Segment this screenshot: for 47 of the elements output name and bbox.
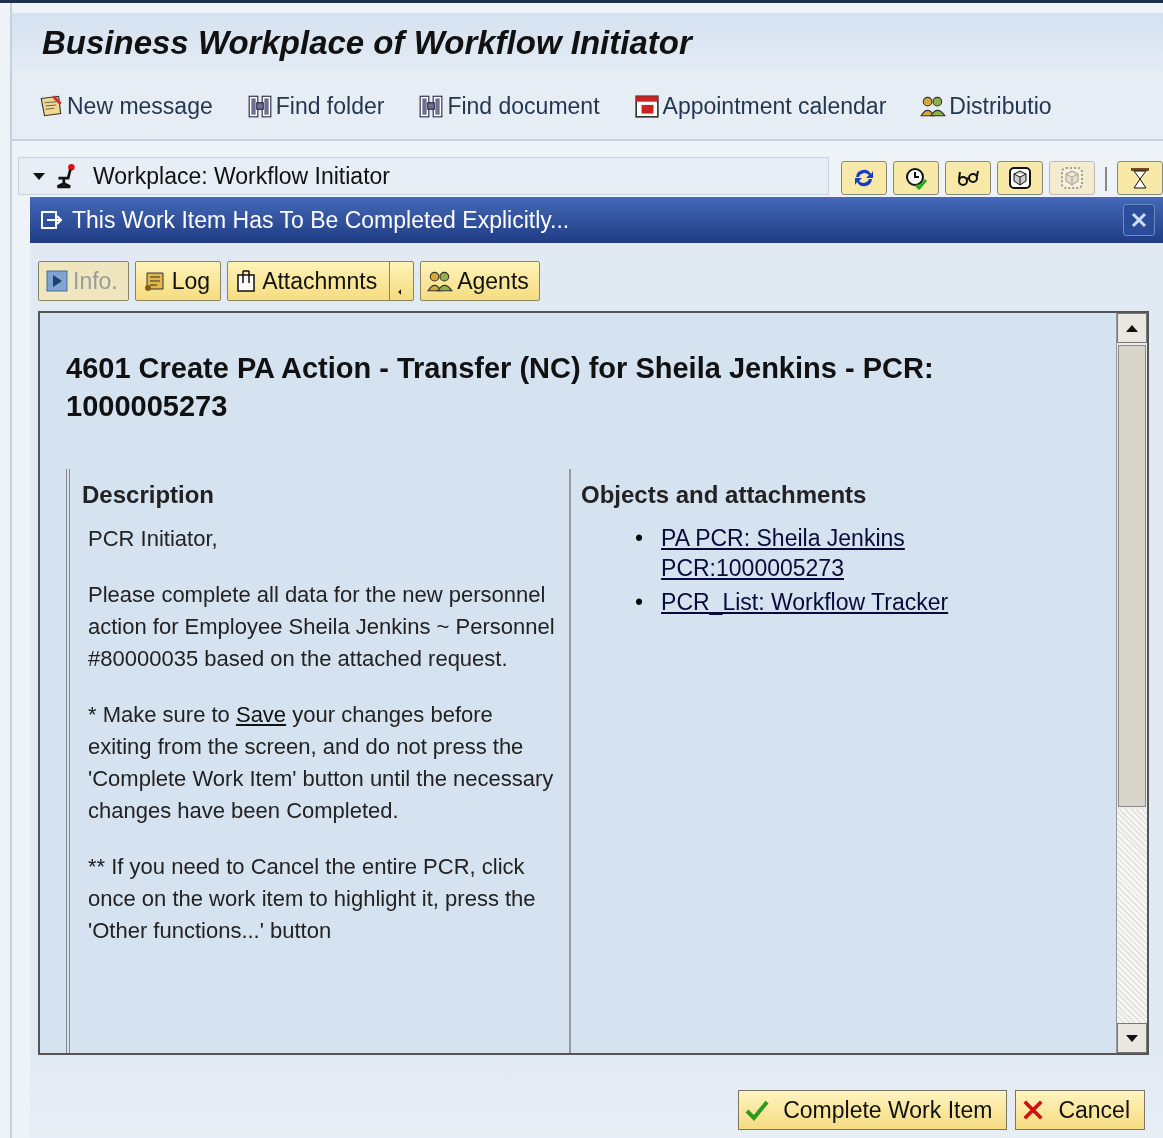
dialog-title: This Work Item Has To Be Completed Explicitly... <box>72 206 571 234</box>
attachment-link[interactable]: PCR_List: Workflow Tracker <box>661 587 952 617</box>
toolbar-button[interactable] <box>945 161 991 195</box>
cross-icon <box>1022 1099 1045 1121</box>
tree-label: Workplace: Workflow Initiator <box>93 162 390 190</box>
notepad-icon <box>38 93 64 119</box>
binoculars-icon <box>246 93 273 119</box>
cube-icon <box>1008 166 1032 190</box>
dialog-button[interactable]: Complete Work Item <box>738 1090 1008 1130</box>
play-icon <box>45 269 69 293</box>
dialog-icon <box>38 208 64 232</box>
toolbar-button[interactable]: Find document <box>418 92 600 120</box>
toolbar-button[interactable]: Distributio <box>920 92 1052 120</box>
clock-icon <box>904 166 928 190</box>
description-paragraph: Please complete all data for the new personnel action for Employee Sheila Jenkins ~ Personnel #80000035 based on the attached request. <box>88 581 556 673</box>
tab-button[interactable]: Attachmnts <box>227 261 415 301</box>
dialog-button[interactable]: Cancel <box>1015 1090 1145 1130</box>
toolbar-button[interactable] <box>1117 161 1163 195</box>
save-link[interactable]: Save <box>235 702 287 727</box>
toolbar-button[interactable] <box>893 161 939 195</box>
toolbar-button[interactable] <box>841 161 887 195</box>
close-icon <box>1129 210 1149 230</box>
bullet: • <box>635 524 644 553</box>
tab-button[interactable]: Log <box>134 261 222 301</box>
attachment-link[interactable]: PA PCR: Sheila Jenkins PCR:1000005273 <box>661 523 952 583</box>
work-item-heading: 4601 Create PA Action - Transfer (NC) for Sheila Jenkins - PCR: 1000005273 <box>66 351 935 424</box>
hourglass-icon <box>1128 166 1152 190</box>
section-title: Description <box>82 481 216 509</box>
toolbar-button[interactable]: Appointment calendar <box>633 92 887 120</box>
toolbar-button[interactable]: New message <box>38 92 213 120</box>
toolbar-button[interactable]: Find folder <box>246 92 385 120</box>
description-paragraph: ** If you need to Cancel the entire PCR, click once on the work item to highlight it, press the 'Other functions...' button <box>88 853 537 945</box>
close-button[interactable] <box>1123 204 1155 236</box>
calendar-icon <box>633 93 660 119</box>
description-paragraph: * Make sure to Save your changes before exiting from the screen, and do not press the 'Complete Work Item' button until the necessary changes have been Completed. <box>88 701 555 825</box>
toolbar-button[interactable] <box>997 161 1043 195</box>
section-title: Objects and attachments <box>581 481 868 509</box>
window-title: Business Workplace of Workflow Initiator <box>42 24 692 62</box>
cube-icon <box>1060 166 1084 190</box>
scrollbar[interactable] <box>1116 313 1147 1053</box>
binoculars-icon <box>418 93 445 119</box>
tree-row[interactable]: Workplace: Workflow Initiator <box>18 157 829 195</box>
check-icon <box>745 1098 770 1122</box>
bullet: • <box>635 588 644 617</box>
tab-button[interactable]: Agents <box>420 261 540 301</box>
description-paragraph: PCR Initiator, <box>88 525 219 553</box>
expand-icon[interactable] <box>33 172 45 180</box>
